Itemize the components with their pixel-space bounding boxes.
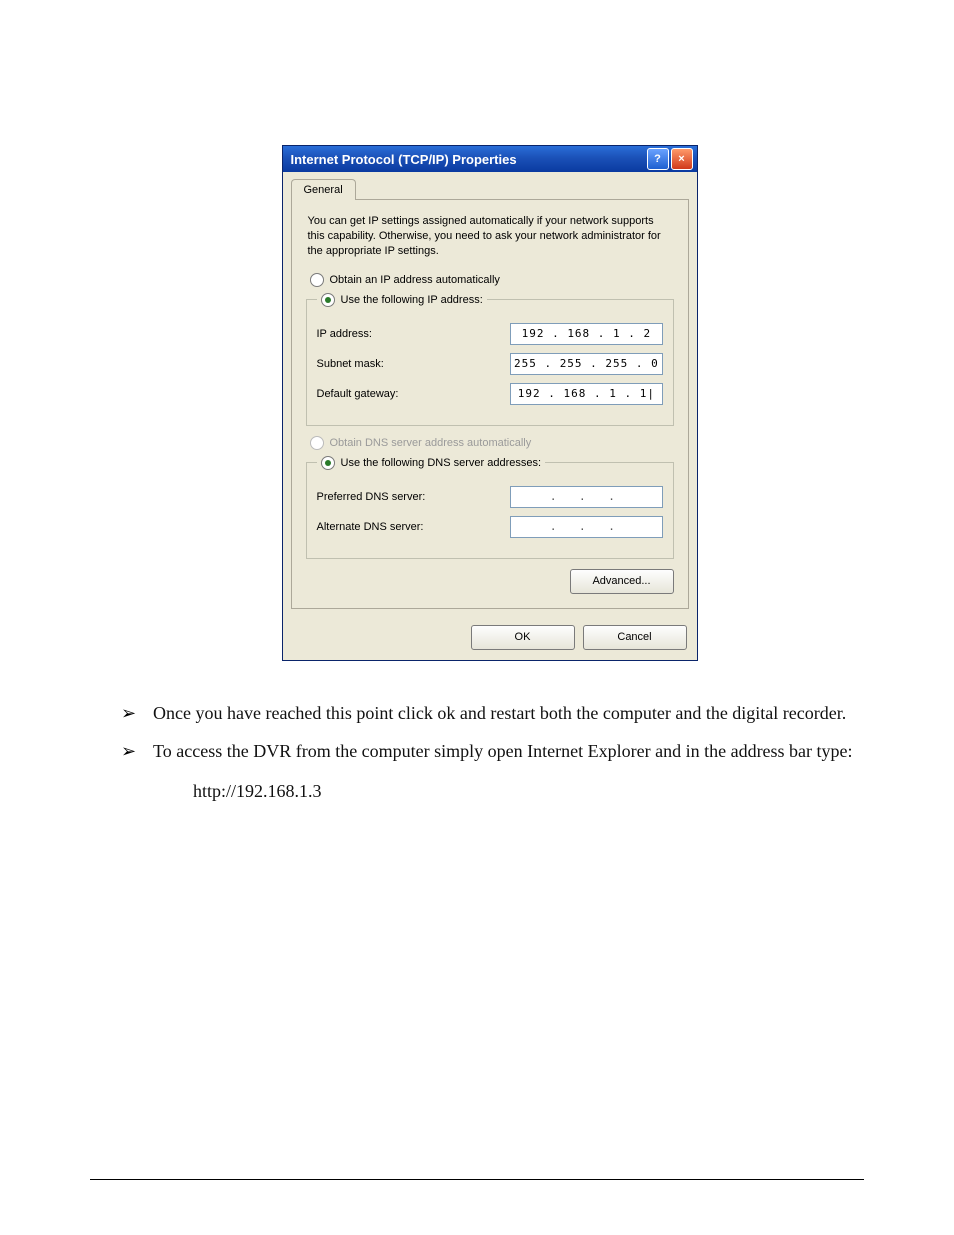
label-default-gateway: Default gateway: [317, 388, 497, 400]
radio-use-following-ip[interactable]: Use the following IP address: [321, 293, 483, 307]
dialog-description: You can get IP settings assigned automat… [308, 214, 672, 259]
input-ip-address[interactable]: 192 . 168 . 1 . 2 [510, 323, 662, 345]
tcpip-properties-dialog: Internet Protocol (TCP/IP) Properties ? … [282, 145, 698, 661]
dialog-title: Internet Protocol (TCP/IP) Properties [291, 152, 517, 167]
instruction-item-1: Once you have reached this point click o… [115, 701, 864, 725]
radio-label: Obtain an IP address automatically [330, 274, 500, 286]
radio-icon-selected [321, 293, 335, 307]
instruction-url: http://192.168.1.3 [193, 779, 864, 803]
radio-icon-disabled [310, 436, 324, 450]
dialog-title-bar[interactable]: Internet Protocol (TCP/IP) Properties ? … [283, 146, 697, 172]
radio-icon-selected [321, 456, 335, 470]
button-label: OK [515, 631, 531, 643]
tab-general-body: You can get IP settings assigned automat… [291, 199, 689, 609]
radio-label: Use the following IP address: [341, 294, 483, 306]
instruction-item-2: To access the DVR from the computer simp… [115, 739, 864, 763]
page-footer-rule [90, 1179, 864, 1180]
close-icon: × [678, 153, 684, 165]
button-label: Advanced... [592, 575, 650, 587]
instruction-text-block: Once you have reached this point click o… [115, 701, 864, 804]
radio-use-following-dns[interactable]: Use the following DNS server addresses: [321, 456, 542, 470]
radio-label: Use the following DNS server addresses: [341, 457, 542, 469]
help-icon: ? [654, 153, 661, 165]
radio-obtain-dns-auto: Obtain DNS server address automatically [310, 436, 674, 450]
input-subnet-mask[interactable]: 255 . 255 . 255 . 0 [510, 353, 662, 375]
cancel-button[interactable]: Cancel [583, 625, 687, 650]
close-button[interactable]: × [671, 148, 693, 170]
input-default-gateway[interactable]: 192 . 168 . 1 . 1| [510, 383, 662, 405]
tab-label: General [304, 184, 343, 196]
label-subnet-mask: Subnet mask: [317, 358, 497, 370]
radio-label: Obtain DNS server address automatically [330, 437, 532, 449]
label-preferred-dns: Preferred DNS server: [317, 491, 497, 503]
button-label: Cancel [617, 631, 651, 643]
label-ip-address: IP address: [317, 328, 497, 340]
label-alternate-dns: Alternate DNS server: [317, 521, 497, 533]
radio-obtain-ip-auto[interactable]: Obtain an IP address automatically [310, 273, 674, 287]
radio-icon-unselected [310, 273, 324, 287]
advanced-button[interactable]: Advanced... [570, 569, 674, 594]
tab-general[interactable]: General [291, 179, 356, 200]
group-use-following-dns: Use the following DNS server addresses: … [306, 456, 674, 559]
group-use-following-ip: Use the following IP address: IP address… [306, 293, 674, 426]
input-alternate-dns[interactable]: . . . [510, 516, 662, 538]
ok-button[interactable]: OK [471, 625, 575, 650]
input-preferred-dns[interactable]: . . . [510, 486, 662, 508]
help-button[interactable]: ? [647, 148, 669, 170]
